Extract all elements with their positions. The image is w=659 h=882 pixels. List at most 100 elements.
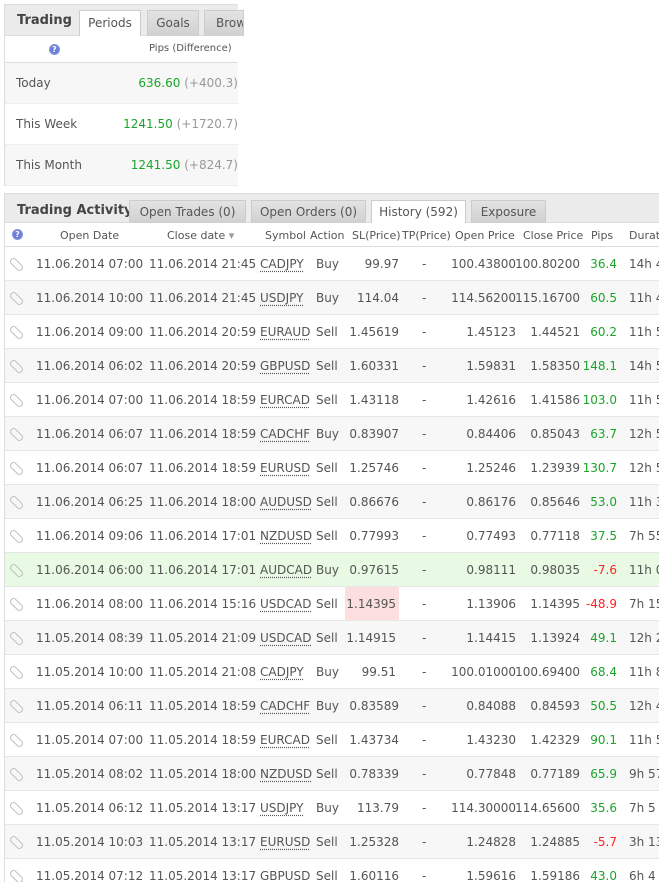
col-open-date[interactable]: Open Date: [60, 229, 119, 242]
symbol-link[interactable]: EURCAD: [260, 393, 310, 407]
panel-title: Trading Activity: [17, 203, 133, 218]
paperclip-icon[interactable]: [8, 256, 25, 273]
table-row[interactable]: 11.06.2014 06:02 11.06.2014 20:59 GBPUSD…: [5, 349, 659, 383]
tp-price: -: [422, 597, 427, 611]
col-symbol[interactable]: Symbol: [265, 229, 306, 242]
open-price: 1.24828: [466, 835, 516, 849]
symbol-link[interactable]: GBPUSD: [260, 359, 310, 373]
col-action[interactable]: Action: [310, 229, 344, 242]
symbol-link[interactable]: CADJPY: [260, 257, 304, 271]
table-row[interactable]: 11.06.2014 06:07 11.06.2014 18:59 CADCHF…: [5, 417, 659, 451]
paperclip-icon[interactable]: [8, 528, 25, 545]
paperclip-icon[interactable]: [8, 290, 25, 307]
table-row[interactable]: 11.06.2014 07:00 11.06.2014 18:59 EURCAD…: [5, 383, 659, 417]
table-row[interactable]: 11.06.2014 07:00 11.06.2014 21:45 CADJPY…: [5, 247, 659, 281]
tp-price: -: [422, 291, 427, 305]
paperclip-icon[interactable]: [8, 834, 25, 851]
paperclip-icon[interactable]: [8, 460, 25, 477]
table-row[interactable]: 11.05.2014 06:11 11.05.2014 18:59 CADCHF…: [5, 689, 659, 723]
open-date: 11.06.2014 06:25: [36, 495, 144, 509]
symbol-link[interactable]: EURAUD: [260, 325, 310, 339]
symbol-link[interactable]: USDCAD: [260, 597, 311, 611]
paperclip-icon[interactable]: [8, 732, 25, 749]
sl-price: 114.04: [357, 291, 399, 305]
close-date: 11.06.2014 18:59: [149, 461, 257, 475]
help-icon[interactable]: ?: [49, 44, 60, 55]
paperclip-icon[interactable]: [8, 766, 25, 783]
symbol-link[interactable]: USDCAD: [260, 631, 311, 645]
paperclip-icon[interactable]: [8, 358, 25, 375]
col-pips[interactable]: Pips: [591, 229, 613, 242]
period-diff: (+824.7): [184, 158, 238, 172]
paperclip-icon[interactable]: [8, 392, 25, 409]
paperclip-icon[interactable]: [8, 800, 25, 817]
tab-periods[interactable]: Periods: [79, 10, 141, 37]
symbol-link[interactable]: USDJPY: [260, 801, 303, 815]
tab-exposure[interactable]: Exposure: [471, 200, 546, 223]
tab-browser[interactable]: Brow: [204, 10, 244, 36]
symbol-link[interactable]: AUDCAD: [260, 563, 312, 577]
tp-price: -: [422, 495, 427, 509]
tp-price: -: [422, 393, 427, 407]
table-row[interactable]: 11.06.2014 08:00 11.06.2014 15:16 USDCAD…: [5, 587, 659, 621]
table-row[interactable]: 11.05.2014 06:12 11.05.2014 13:17 USDJPY…: [5, 791, 659, 825]
close-price: 0.77118: [530, 529, 580, 543]
table-row[interactable]: 11.05.2014 07:00 11.05.2014 18:59 EURCAD…: [5, 723, 659, 757]
symbol-link[interactable]: NZDUSD: [260, 529, 312, 543]
action: Sell: [316, 767, 338, 781]
close-price: 1.41586: [530, 393, 580, 407]
sl-price: 0.86676: [349, 495, 399, 509]
table-row[interactable]: 11.06.2014 09:00 11.06.2014 20:59 EURAUD…: [5, 315, 659, 349]
symbol-link[interactable]: NZDUSD: [260, 767, 312, 781]
symbol-link[interactable]: AUDUSD: [260, 495, 312, 509]
symbol-link[interactable]: EURUSD: [260, 461, 310, 475]
table-row[interactable]: 11.05.2014 10:03 11.05.2014 13:17 EURUSD…: [5, 825, 659, 859]
table-row[interactable]: 11.05.2014 10:00 11.05.2014 21:08 CADJPY…: [5, 655, 659, 689]
paperclip-icon[interactable]: [8, 596, 25, 613]
symbol-link[interactable]: GBPUSD: [260, 869, 310, 882]
tab-history[interactable]: History (592): [371, 200, 466, 224]
table-row[interactable]: 11.05.2014 08:39 11.05.2014 21:09 USDCAD…: [5, 621, 659, 655]
help-icon[interactable]: ?: [12, 229, 23, 240]
col-open-price[interactable]: Open Price: [455, 229, 515, 242]
paperclip-icon[interactable]: [8, 630, 25, 647]
pips: 35.6: [590, 801, 617, 815]
open-price: 1.13906: [466, 597, 516, 611]
tab-goals[interactable]: Goals: [147, 10, 199, 36]
paperclip-icon[interactable]: [8, 426, 25, 443]
col-sl[interactable]: SL(Price): [352, 229, 401, 242]
col-close-price[interactable]: Close Price: [523, 229, 583, 242]
table-row[interactable]: 11.06.2014 06:25 11.06.2014 18:00 AUDUSD…: [5, 485, 659, 519]
symbol-link[interactable]: USDJPY: [260, 291, 303, 305]
paperclip-icon[interactable]: [8, 698, 25, 715]
duration: 9h 57: [629, 767, 659, 781]
table-row[interactable]: 11.06.2014 09:06 11.06.2014 17:01 NZDUSD…: [5, 519, 659, 553]
table-row[interactable]: 11.06.2014 06:00 11.06.2014 17:01 AUDCAD…: [5, 553, 659, 587]
table-row[interactable]: 11.05.2014 07:12 11.05.2014 13:17 GBPUSD…: [5, 859, 659, 882]
paperclip-icon[interactable]: [8, 868, 25, 882]
tp-price: -: [422, 869, 427, 882]
paperclip-icon[interactable]: [8, 324, 25, 341]
close-date: 11.05.2014 18:59: [149, 733, 257, 747]
col-duration[interactable]: Durati: [629, 229, 659, 242]
duration: 11h 4: [629, 291, 659, 305]
period-value: 1241.50 (+1720.7): [123, 117, 238, 131]
table-row[interactable]: 11.06.2014 10:00 11.06.2014 21:45 USDJPY…: [5, 281, 659, 315]
symbol-link[interactable]: CADCHF: [260, 699, 310, 713]
paperclip-icon[interactable]: [8, 664, 25, 681]
col-tp[interactable]: TP(Price): [402, 229, 451, 242]
tab-open-trades[interactable]: Open Trades (0): [129, 200, 246, 223]
paperclip-icon[interactable]: [8, 562, 25, 579]
symbol-link[interactable]: EURCAD: [260, 733, 310, 747]
symbol-link[interactable]: CADCHF: [260, 427, 310, 441]
table-row[interactable]: 11.05.2014 08:02 11.05.2014 18:00 NZDUSD…: [5, 757, 659, 791]
table-row[interactable]: 11.06.2014 06:07 11.06.2014 18:59 EURUSD…: [5, 451, 659, 485]
symbol-link[interactable]: CADJPY: [260, 665, 304, 679]
paperclip-icon[interactable]: [8, 494, 25, 511]
open-price: 0.86176: [466, 495, 516, 509]
close-price: 1.44521: [530, 325, 580, 339]
symbol-link[interactable]: EURUSD: [260, 835, 310, 849]
col-close-date[interactable]: Close date ▾: [167, 229, 234, 242]
tab-open-orders[interactable]: Open Orders (0): [251, 200, 366, 223]
open-date: 11.05.2014 10:03: [36, 835, 144, 849]
